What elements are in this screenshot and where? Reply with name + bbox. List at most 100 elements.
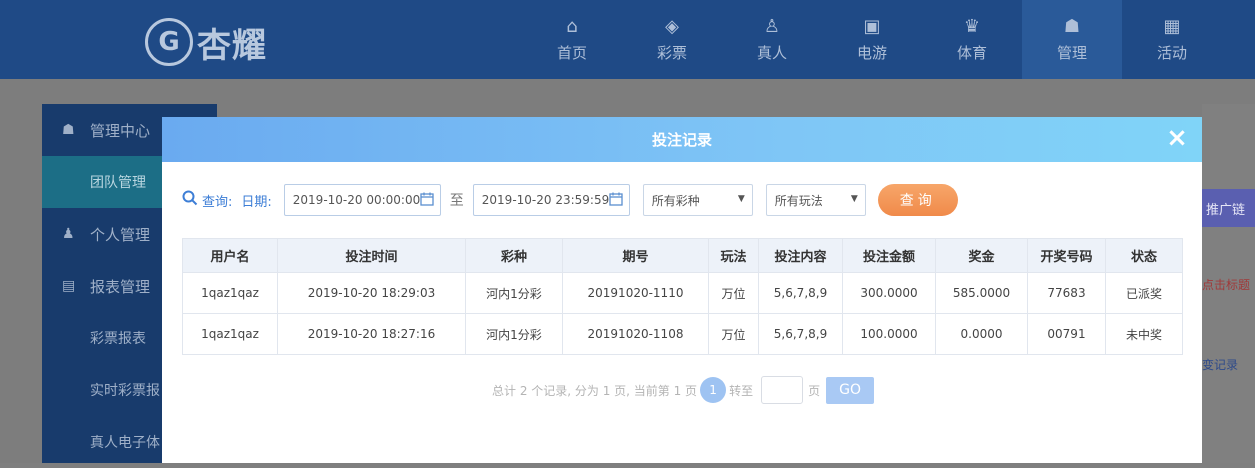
sidebar-item-label: 实时彩票报	[90, 383, 160, 399]
table-row[interactable]: 1qaz1qaz 2019-10-20 18:27:16 河内1分彩 20191…	[182, 313, 1183, 355]
cell-prize: 585.0000	[935, 272, 1028, 314]
nav-events[interactable]: ▦ 活动	[1122, 0, 1222, 79]
search-icon	[182, 190, 198, 210]
date-range-separator: 至	[449, 193, 464, 209]
page-unit-label: 页	[808, 383, 821, 398]
goto-label: 转至	[729, 383, 754, 398]
table-row[interactable]: 1qaz1qaz 2019-10-20 18:29:03 河内1分彩 20191…	[182, 272, 1183, 314]
slot-machine-icon: ▣	[863, 16, 881, 37]
caret-down-icon: ▼	[850, 194, 858, 204]
nav-sports[interactable]: ♛ 体育	[922, 0, 1022, 79]
column-header: 期号	[562, 238, 709, 273]
nav-label: 活动	[1156, 44, 1187, 62]
caret-down-icon: ▼	[737, 194, 745, 204]
cell-prize: 0.0000	[935, 313, 1028, 355]
column-header: 开奖号码	[1027, 238, 1106, 273]
column-header: 用户名	[182, 238, 278, 273]
table-header-row: 用户名 投注时间 彩种 期号 玩法 投注内容 投注金额 奖金 开奖号码 状态	[182, 238, 1183, 273]
report-icon: ▤	[62, 278, 76, 294]
filter-bar: 查询: 日期: 2019-10-20 00:00:00 至 2019-10-20…	[182, 184, 958, 216]
nav-lottery[interactable]: ◈ 彩票	[622, 0, 722, 79]
group-icon: ☗	[62, 122, 75, 138]
go-button[interactable]: GO	[826, 376, 875, 404]
close-icon[interactable]: ×	[1164, 125, 1190, 152]
sidebar-item-label: 报表管理	[90, 277, 151, 296]
gift-icon: ▦	[1163, 16, 1181, 37]
start-date-input[interactable]: 2019-10-20 00:00:00	[283, 184, 441, 216]
cell-play: 万位	[708, 272, 759, 314]
page-number-input[interactable]	[761, 376, 804, 404]
column-header: 玩法	[708, 238, 759, 273]
start-date-value: 2019-10-20 00:00:00	[292, 193, 421, 207]
nav-label: 体育	[956, 44, 987, 62]
brand-logo[interactable]: G 杏耀	[145, 12, 267, 72]
sidebar-item-label: 真人电子体	[90, 435, 160, 451]
cell-status: 未中奖	[1105, 313, 1183, 355]
lottery-type-select[interactable]: 所有彩种 ▼	[642, 184, 753, 216]
date-label: 日期:	[241, 194, 272, 210]
cell-play: 万位	[708, 313, 759, 355]
cell-bet-time: 2019-10-20 18:27:16	[277, 313, 466, 355]
cell-bet-content: 5,6,7,8,9	[758, 313, 843, 355]
pagination-summary: 总计 2 个记录, 分为 1 页, 当前第 1 页	[492, 383, 698, 398]
bet-records-table: 用户名 投注时间 彩种 期号 玩法 投注内容 投注金额 奖金 开奖号码 状态 1…	[182, 238, 1183, 355]
calendar-icon[interactable]	[420, 192, 434, 210]
query-button[interactable]: 查询	[877, 184, 958, 216]
lottery-select-value: 所有彩种	[651, 193, 700, 208]
column-header: 投注金额	[842, 238, 936, 273]
cell-bet-amount: 100.0000	[842, 313, 936, 355]
nav-manage[interactable]: ☗ 管理	[1022, 0, 1122, 79]
ticket-icon: ◈	[665, 16, 679, 37]
cell-lottery: 河内1分彩	[465, 313, 563, 355]
sidebar-item-label: 个人管理	[90, 225, 151, 244]
current-page[interactable]: 1	[700, 377, 727, 403]
nav-label: 管理	[1056, 44, 1087, 62]
hint-text: 点击标题	[1202, 278, 1251, 292]
bet-records-modal: 投注记录 × 查询: 日期: 2019-10-20 00:00:00 至 201…	[162, 117, 1202, 463]
cell-lottery: 河内1分彩	[465, 272, 563, 314]
group-icon: ☗	[1063, 16, 1081, 37]
promo-link-button[interactable]: 推广链	[1202, 189, 1255, 227]
end-date-value: 2019-10-20 23:59:59	[481, 193, 610, 207]
nav-games[interactable]: ▣ 电游	[822, 0, 922, 79]
cell-draw-number: 00791	[1027, 313, 1106, 355]
cell-username: 1qaz1qaz	[182, 272, 278, 314]
nav-label: 首页	[556, 44, 587, 62]
nav-label: 真人	[756, 44, 787, 62]
main-nav: ⌂ 首页 ◈ 彩票 ♙ 真人 ▣ 电游 ♛ 体育 ☗ 管理 ▦ 活动	[522, 0, 1222, 79]
column-header: 投注时间	[277, 238, 466, 273]
play-type-select[interactable]: 所有玩法 ▼	[765, 184, 866, 216]
nav-home[interactable]: ⌂ 首页	[522, 0, 622, 79]
sidebar-item-label: 彩票报表	[90, 331, 146, 347]
trophy-icon: ♛	[963, 16, 981, 37]
record-link[interactable]: 变记录	[1202, 356, 1255, 373]
cell-issue: 20191020-1108	[562, 313, 709, 355]
right-panel: 推广链 点击标题 变记录	[1202, 104, 1255, 463]
logo-emblem-icon: G	[145, 18, 193, 66]
nav-label: 电游	[856, 44, 887, 62]
query-label: 查询:	[202, 194, 233, 210]
home-icon: ⌂	[566, 16, 578, 37]
modal-title: 投注记录	[651, 131, 712, 149]
column-header: 投注内容	[758, 238, 843, 273]
column-header: 奖金	[935, 238, 1028, 273]
end-date-input[interactable]: 2019-10-20 23:59:59	[472, 184, 630, 216]
pagination: 总计 2 个记录, 分为 1 页, 当前第 1 页 1 转至 页 GO	[492, 376, 875, 404]
cell-bet-amount: 300.0000	[842, 272, 936, 314]
column-header: 状态	[1105, 238, 1183, 273]
user-icon: ♙	[763, 16, 781, 37]
top-bar: G 杏耀 ⌂ 首页 ◈ 彩票 ♙ 真人 ▣ 电游 ♛ 体育 ☗ 管理 ▦ 活动	[0, 0, 1255, 79]
person-icon: ♟	[62, 226, 75, 242]
cell-issue: 20191020-1110	[562, 272, 709, 314]
cell-bet-time: 2019-10-20 18:29:03	[277, 272, 466, 314]
play-select-value: 所有玩法	[774, 193, 823, 208]
nav-label: 彩票	[656, 44, 687, 62]
cell-username: 1qaz1qaz	[182, 313, 278, 355]
cell-draw-number: 77683	[1027, 272, 1106, 314]
column-header: 彩种	[465, 238, 563, 273]
calendar-icon[interactable]	[609, 192, 623, 210]
nav-live[interactable]: ♙ 真人	[722, 0, 822, 79]
modal-header: 投注记录 ×	[162, 117, 1202, 162]
sidebar-item-label: 团队管理	[90, 175, 146, 191]
brand-name: 杏耀	[197, 25, 267, 66]
